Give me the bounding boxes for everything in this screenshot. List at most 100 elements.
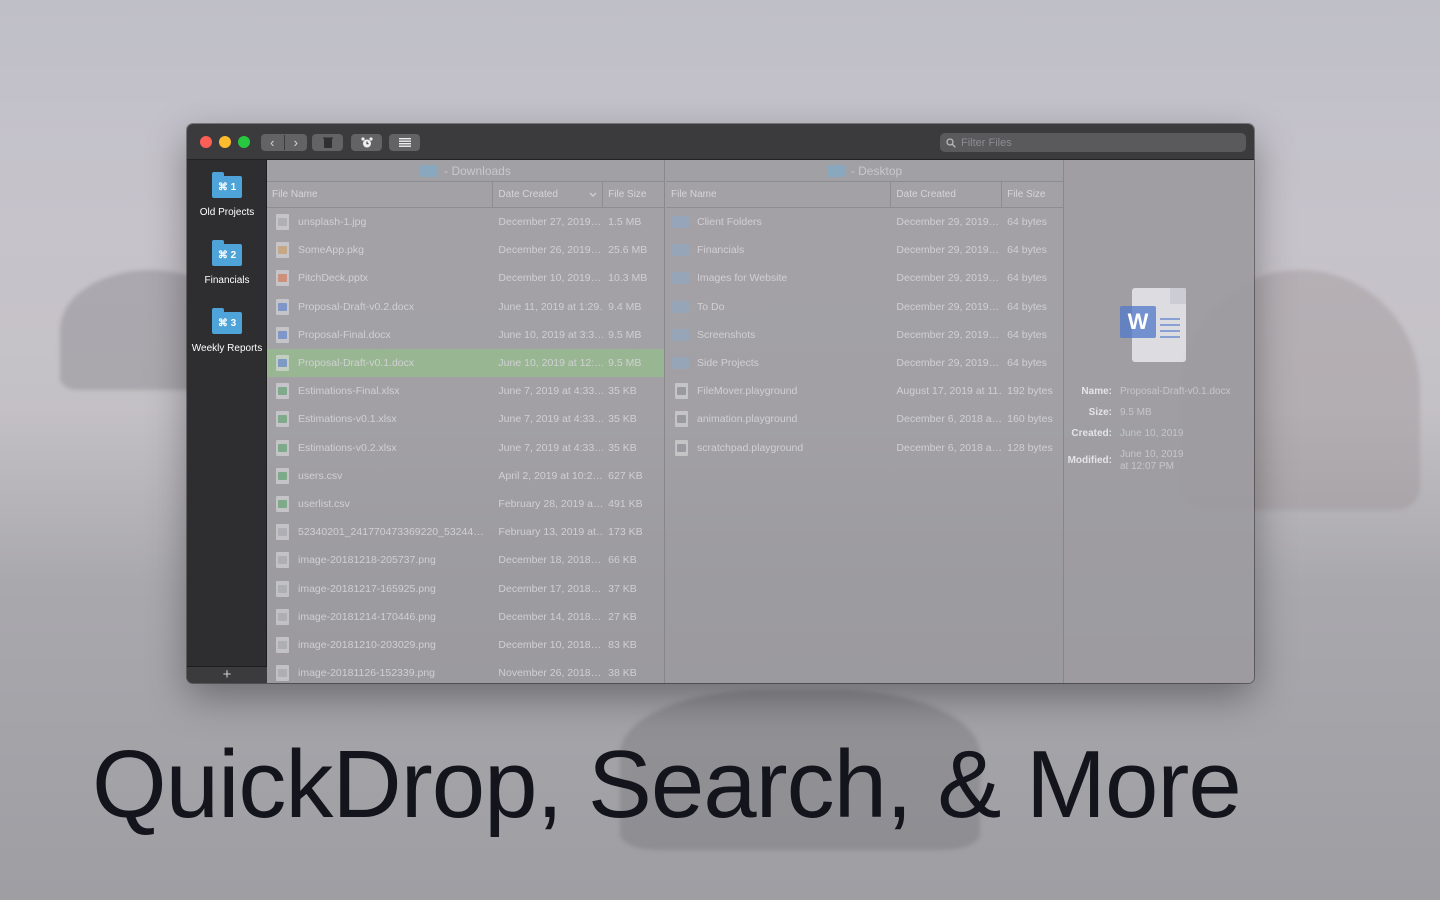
file-row[interactable]: userlist.csv February 28, 2019 a… 491 KB: [267, 490, 664, 518]
file-icon: [276, 580, 289, 597]
file-row[interactable]: Images for Website December 29, 2019… 64 b…: [666, 264, 1063, 292]
file-type-mark: [278, 669, 287, 678]
file-row[interactable]: image-20181214-170446.png December 14, 20…: [267, 603, 664, 631]
file-name-cell: Proposal-Draft-v0.1.docx: [267, 355, 493, 372]
file-row[interactable]: Proposal-Final.docx June 10, 2019 at 3:3……: [267, 321, 664, 349]
file-row[interactable]: Screenshots December 29, 2019… 64 bytes: [666, 321, 1063, 349]
sidebar-item-old-projects[interactable]: ⌘ 1 Old Projects: [187, 172, 267, 218]
file-row[interactable]: scratchpad.playground December 6, 2018 a……: [666, 434, 1063, 462]
filter-files-input[interactable]: Filter Files: [940, 133, 1246, 152]
file-icon: [276, 242, 289, 259]
file-name-cell: 52340201_241770473369220_53244…: [267, 524, 493, 541]
file-name: Estimations-v0.1.xlsx: [298, 413, 397, 426]
file-icon: [276, 439, 289, 456]
folder-icon: [672, 300, 689, 313]
file-size: 10.3 MB: [608, 272, 648, 285]
file-name-cell: To Do: [666, 300, 891, 313]
file-row[interactable]: Side Projects December 29, 2019… 64 bytes: [666, 349, 1063, 377]
file-name-cell: image-20181217-165925.png: [267, 580, 493, 597]
file-name: FileMover.playground: [697, 385, 798, 398]
file-icon: [276, 411, 289, 428]
file-name: scratchpad.playground: [697, 441, 804, 454]
file-name-cell: PitchDeck.pptx: [267, 270, 493, 287]
file-name: Screenshots: [697, 328, 756, 341]
file-size: 173 KB: [608, 526, 643, 539]
file-row[interactable]: SomeApp.pkg December 26, 2019… 25.6 MB: [267, 236, 664, 264]
file-name-cell: image-20181210-203029.png: [267, 636, 493, 653]
column-header-name[interactable]: File Name: [267, 182, 494, 207]
file-row[interactable]: Proposal-Draft-v0.2.docx June 11, 2019 at…: [267, 293, 664, 321]
file-type-mark: [677, 387, 686, 396]
column-header-name[interactable]: File Name: [666, 182, 892, 207]
file-size: 64 bytes: [1007, 300, 1047, 313]
column-header-date[interactable]: Date Created: [493, 182, 604, 207]
file-row[interactable]: unsplash-1.jpg December 27, 2019… 1.5 MB: [267, 208, 664, 236]
file-type-mark: [278, 302, 287, 311]
file-name-cell: users.csv: [267, 467, 493, 484]
forward-button[interactable]: ›: [285, 135, 308, 150]
file-size: 64 bytes: [1007, 216, 1047, 229]
file-type-mark: [278, 443, 287, 452]
file-metadata: Name: Proposal-Draft-v0.1.docx Size: 9.5…: [1064, 386, 1254, 482]
folder-icon: [672, 357, 689, 370]
file-type-mark: [278, 387, 287, 396]
file-row[interactable]: Estimations-Final.xlsx June 7, 2019 at 4:…: [267, 377, 664, 405]
file-date: December 29, 2019…: [896, 272, 1000, 285]
close-window-button[interactable]: [200, 136, 212, 148]
file-name: image-20181210-203029.png: [298, 638, 436, 651]
file-icon: [276, 524, 289, 541]
list-view-button[interactable]: [389, 134, 420, 151]
file-name: 52340201_241770473369220_53244…: [298, 526, 484, 539]
file-date: June 7, 2019 at 4:33…: [498, 441, 604, 454]
file-date: February 13, 2019 at…: [498, 526, 604, 539]
add-favorite-button[interactable]: +: [187, 666, 267, 683]
file-name: Images for Website: [697, 272, 788, 285]
file-icon: [276, 665, 289, 682]
file-type-mark: [278, 528, 287, 537]
file-list: unsplash-1.jpg December 27, 2019… 1.5 MB So…: [267, 208, 664, 683]
file-row[interactable]: FileMover.playground August 17, 2019 at 1…: [666, 377, 1063, 405]
file-row[interactable]: users.csv April 2, 2019 at 10:2… 627 KB: [267, 462, 664, 490]
file-row[interactable]: image-20181217-165925.png December 17, 20…: [267, 574, 664, 602]
file-size: 66 KB: [608, 554, 637, 567]
file-row[interactable]: Proposal-Draft-v0.1.docx June 10, 2019 at…: [267, 348, 664, 378]
file-type-mark: [278, 246, 287, 255]
file-name-cell: Proposal-Draft-v0.2.docx: [267, 298, 493, 315]
sidebar-item-label: Old Projects: [199, 207, 255, 218]
file-icon: [276, 608, 289, 625]
file-size: 9.5 MB: [608, 328, 642, 341]
sidebar-item-financials[interactable]: ⌘ 2 Financials: [187, 240, 267, 286]
file-row[interactable]: image-20181218-205737.png December 18, 20…: [267, 546, 664, 574]
column-header-size[interactable]: File Size: [603, 182, 664, 207]
file-row[interactable]: image-20181126-152339.png November 26, 20…: [267, 659, 664, 683]
back-button[interactable]: ‹: [261, 135, 285, 150]
file-row[interactable]: Financials December 29, 2019… 64 bytes: [666, 236, 1063, 264]
file-date: December 17, 2018…: [498, 582, 602, 595]
file-name-cell: Estimations-Final.xlsx: [267, 383, 493, 400]
file-row[interactable]: 52340201_241770473369220_53244… February …: [267, 518, 664, 546]
trash-button[interactable]: [312, 134, 343, 151]
file-date: April 2, 2019 at 10:2…: [498, 469, 603, 482]
file-name-cell: Financials: [666, 244, 891, 257]
size-label: Size:: [1088, 407, 1112, 418]
file-size: 64 bytes: [1007, 328, 1047, 341]
file-info-panel: W Name: Proposal-Draft-v0.1.docx Size: 9…: [1064, 160, 1254, 683]
file-row[interactable]: image-20181210-203029.png December 10, 20…: [267, 631, 664, 659]
file-row[interactable]: Estimations-v0.2.xlsx June 7, 2019 at 4:3…: [267, 434, 664, 462]
sidebar-item-weekly-reports[interactable]: ⌘ 3 Weekly Reports: [187, 308, 267, 354]
file-type-mark: [677, 415, 686, 424]
column-header-date[interactable]: Date Created: [891, 182, 1003, 207]
minimize-window-button[interactable]: [219, 136, 231, 148]
file-row[interactable]: Estimations-v0.1.xlsx June 7, 2019 at 4:3…: [267, 405, 664, 433]
file-date: December 10, 2019…: [498, 272, 602, 285]
column-header-size[interactable]: File Size: [1002, 182, 1063, 207]
file-date: December 29, 2019…: [896, 300, 1000, 313]
alarm-button[interactable]: [351, 134, 382, 151]
file-row[interactable]: PitchDeck.pptx December 10, 2019… 10.3 MB: [267, 264, 664, 292]
file-row[interactable]: To Do December 29, 2019… 64 bytes: [666, 293, 1063, 321]
name-label: Name:: [1081, 386, 1112, 397]
zoom-window-button[interactable]: [238, 136, 250, 148]
file-row[interactable]: animation.playground December 6, 2018 a… 1…: [666, 405, 1063, 433]
file-name: Financials: [697, 244, 745, 257]
file-row[interactable]: Client Folders December 29, 2019… 64 bytes: [666, 208, 1063, 236]
